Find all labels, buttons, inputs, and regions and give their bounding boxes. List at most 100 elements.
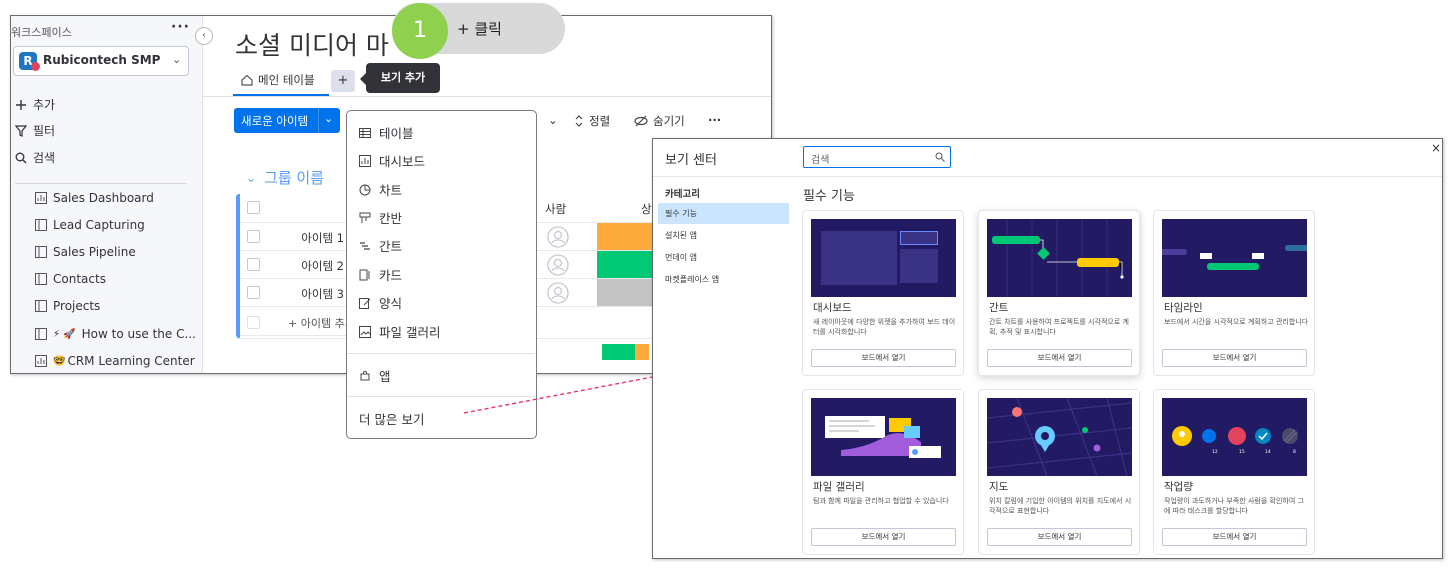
sidebar-item-projects[interactable]: Projects (35, 299, 100, 313)
view-card-dashboard[interactable]: 대시보드 새 레이아웃에 다양한 위젯을 추가하여 보드 데이터를 시각화합니다… (802, 210, 964, 376)
sidebar-item-how-to-use[interactable]: ⚡ 🚀 How to use the C... (35, 327, 196, 341)
toolbar-chevron-down-icon[interactable]: ⌄ (548, 113, 558, 127)
tooltip-add-view: 보기 추가 (366, 63, 440, 93)
sidebar-search[interactable]: 검색 (15, 149, 55, 166)
open-on-board-button[interactable]: 보드에서 열기 (811, 528, 956, 546)
add-item-label[interactable]: + 아이템 추가 (288, 315, 355, 331)
card-description: 위치 칼럼에 기입한 아이템의 위치를 지도에서 시각적으로 표현합니다 (989, 497, 1132, 515)
group-header[interactable]: ⌄ 그룹 이름 (246, 167, 324, 188)
menu-item-cards[interactable]: 카드 (359, 265, 402, 284)
person-placeholder-icon[interactable] (547, 282, 569, 304)
sidebar-item-lead-capturing[interactable]: Lead Capturing (35, 218, 145, 232)
sidebar: 워크스페이스 ··· R Rubicontech SMP ⌄ 추가 필터 검색 … (11, 16, 203, 373)
board-icon (35, 273, 47, 285)
card-description: 팀과 함께 파일을 관리하고 협업할 수 있습니다 (813, 497, 949, 505)
workload-number: 14 (1265, 450, 1271, 455)
hide-label: 숨기기 (653, 114, 685, 128)
board-icon (35, 328, 47, 340)
view-card-map[interactable]: 지도 위치 칼럼에 기입한 아이템의 위치를 지도에서 시각적으로 표현합니다 … (978, 389, 1140, 555)
open-on-board-button[interactable]: 보드에서 열기 (811, 349, 956, 367)
card-title: 파일 갤러리 (813, 481, 865, 493)
add-view-button[interactable]: + (331, 70, 355, 92)
new-item-label: 새로운 아이템 (241, 114, 309, 128)
collapse-sidebar-button[interactable]: ‹ (195, 27, 213, 45)
menu-item-table[interactable]: 테이블 (359, 123, 414, 142)
header-divider (653, 176, 1442, 177)
menu-item-label: 칸반 (379, 211, 403, 226)
view-center-dialog: 보기 센터 검색 × 카테고리 필수 기능 설치된 앱 먼데이 앱 마켓플레이스… (652, 138, 1443, 559)
categories-title: 카테고리 (665, 189, 700, 200)
item-name[interactable]: 아이템 3 (269, 286, 344, 302)
item-name[interactable]: 아이템 1 (269, 230, 344, 246)
more-options-icon[interactable]: ··· (708, 113, 721, 127)
map-thumbnail (987, 398, 1132, 476)
card-title: 작업량 (1164, 481, 1193, 493)
view-card-file-gallery[interactable]: 파일 갤러리 팀과 함께 파일을 관리하고 협업할 수 있습니다 보드에서 열기 (802, 389, 964, 555)
card-title: 타임라인 (1164, 302, 1203, 314)
sidebar-filter-label: 필터 (33, 124, 56, 138)
workspace-label: 워크스페이스 (11, 26, 72, 39)
emoji-icon: ⚡ 🚀 (53, 328, 76, 340)
tab-main-table[interactable]: 메인 테이블 (241, 72, 315, 88)
workspace-selector[interactable]: R Rubicontech SMP ⌄ (13, 46, 189, 76)
person-placeholder-icon[interactable] (547, 226, 569, 248)
menu-item-dashboard[interactable]: 대시보드 (359, 151, 425, 170)
category-monday-apps[interactable]: 먼데이 앱 (658, 247, 789, 268)
open-on-board-button[interactable]: 보드에서 열기 (1162, 528, 1307, 546)
gantt-icon (360, 241, 370, 250)
row-checkbox[interactable] (247, 286, 260, 299)
chevron-down-icon[interactable]: ⌄ (246, 171, 256, 185)
row-checkbox (247, 316, 260, 329)
menu-item-kanban[interactable]: 칸반 (359, 208, 402, 227)
card-title: 간트 (989, 302, 1009, 314)
sidebar-item-label: How to use the C... (81, 327, 196, 341)
summary-segment-done (602, 344, 635, 360)
menu-item-apps[interactable]: 앱 (359, 366, 391, 385)
menu-item-chart[interactable]: 차트 (359, 180, 402, 199)
sort-button[interactable]: 정렬 (574, 113, 610, 129)
sidebar-item-crm-learning[interactable]: 🤓 CRM Learning Center (35, 354, 195, 368)
group-name[interactable]: 그룹 이름 (264, 167, 324, 188)
column-header-person[interactable]: 사람 (545, 201, 566, 217)
row-checkbox[interactable] (247, 230, 260, 243)
person-placeholder-icon[interactable] (547, 254, 569, 276)
category-installed-apps[interactable]: 설치된 앱 (658, 225, 789, 246)
hide-button[interactable]: 숨기기 (634, 113, 685, 129)
menu-item-gantt[interactable]: 간트 (359, 236, 402, 255)
category-marketplace-apps[interactable]: 마켓플레이스 앱 (658, 269, 789, 290)
open-on-board-button[interactable]: 보드에서 열기 (1162, 349, 1307, 367)
gallery-icon (359, 325, 371, 338)
open-on-board-button[interactable]: 보드에서 열기 (987, 528, 1132, 546)
workload-number: 12 (1212, 450, 1218, 455)
new-item-button[interactable]: 새로운 아이템 ⌄ (234, 108, 340, 133)
sidebar-item-sales-dashboard[interactable]: Sales Dashboard (35, 191, 154, 205)
search-input[interactable]: 검색 (803, 146, 951, 168)
emoji-icon: 🤓 (53, 355, 66, 367)
board-icon (35, 219, 47, 231)
menu-item-form[interactable]: 양식 (359, 293, 402, 312)
menu-item-label: 파일 갤러리 (379, 325, 441, 340)
select-all-checkbox[interactable] (247, 201, 260, 214)
timeline-graphic (1162, 245, 1307, 270)
column-header-status[interactable]: 상 (641, 201, 652, 217)
view-card-timeline[interactable]: 타임라인 보드에서 시간을 시각적으로 계획하고 관리합니다 보드에서 열기 (1153, 210, 1315, 376)
chevron-down-icon[interactable]: ⌄ (324, 112, 333, 125)
dashboard-thumbnail (811, 219, 956, 297)
sidebar-filter[interactable]: 필터 (15, 122, 55, 139)
menu-item-more-views[interactable]: 더 많은 보기 (359, 409, 424, 428)
view-card-gantt[interactable]: 간트 간트 차트를 사용하여 프로젝트를 시각적으로 계획, 추적 및 표시합니… (978, 210, 1140, 376)
sidebar-add[interactable]: 추가 (15, 96, 55, 113)
eye-hidden-icon (634, 115, 648, 127)
row-checkbox[interactable] (247, 258, 260, 271)
view-card-workload[interactable]: 12 15 14 8 작업량 작업량이 과도하거나 부족한 사람을 확인하여 그… (1153, 389, 1315, 555)
sidebar-item-contacts[interactable]: Contacts (35, 272, 106, 286)
close-icon[interactable]: × (1431, 141, 1441, 155)
category-essentials[interactable]: 필수 기능 (658, 203, 789, 224)
menu-item-file-gallery[interactable]: 파일 갤러리 (359, 322, 440, 341)
board-icon (35, 246, 47, 258)
sidebar-item-sales-pipeline[interactable]: Sales Pipeline (35, 245, 136, 259)
open-on-board-button[interactable]: 보드에서 열기 (987, 349, 1132, 367)
workspace-more-icon[interactable]: ··· (171, 19, 190, 35)
workload-number: 8 (1293, 450, 1296, 455)
item-name[interactable]: 아이템 2 (269, 258, 344, 274)
